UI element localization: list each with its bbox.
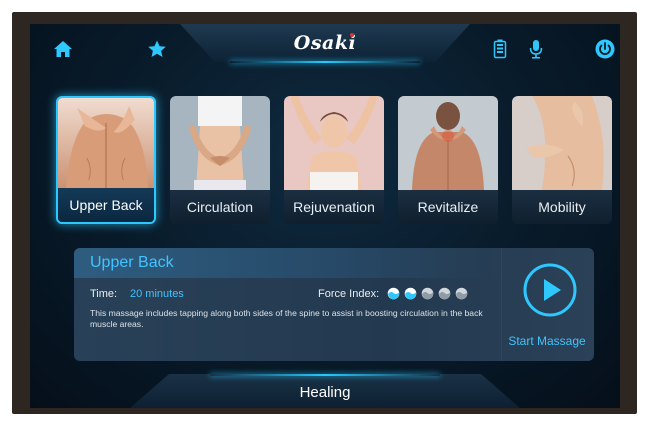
- power-icon: [595, 39, 615, 59]
- power-button[interactable]: [594, 38, 616, 60]
- force-level-1-icon: [387, 287, 400, 300]
- start-massage-label[interactable]: Start Massage: [500, 334, 594, 348]
- program-card-upper-back[interactable]: Upper Back: [56, 96, 156, 224]
- program-card-label: Upper Back: [58, 188, 154, 222]
- program-carousel: Upper Back Circulation Rejuvenation Revi…: [56, 96, 616, 224]
- force-index-indicator: [387, 287, 468, 300]
- massage-chair-screen: Osaki Upper Back Circulation Rejuvenatio…: [30, 24, 620, 408]
- home-icon: [54, 41, 72, 57]
- program-card-circulation[interactable]: Circulation: [170, 96, 270, 224]
- revitalize-photo: [398, 96, 498, 190]
- rejuvenation-photo: [284, 96, 384, 190]
- program-title: Upper Back: [90, 254, 174, 271]
- program-description: This massage includes tapping along both…: [90, 308, 483, 329]
- time-value: 20 minutes: [130, 288, 184, 300]
- device-frame: Osaki Upper Back Circulation Rejuvenatio…: [0, 0, 645, 421]
- force-level-5-icon: [455, 287, 468, 300]
- voice-button[interactable]: [525, 38, 547, 60]
- battery-icon: [493, 39, 507, 59]
- logo-text: Osaki: [293, 32, 357, 54]
- force-level-2-icon: [404, 287, 417, 300]
- mobility-photo: [512, 96, 612, 190]
- bottom-glow-line: [210, 374, 440, 376]
- top-bar: Osaki: [30, 24, 620, 74]
- start-massage-button[interactable]: [522, 262, 578, 318]
- home-button[interactable]: [52, 38, 74, 60]
- play-icon: [523, 263, 577, 317]
- force-level-4-icon: [438, 287, 451, 300]
- force-level-3-icon: [421, 287, 434, 300]
- star-icon: [148, 40, 166, 57]
- force-index-label: Force Index:: [318, 288, 380, 300]
- favorite-button[interactable]: [146, 38, 168, 60]
- top-glow-line: [230, 61, 420, 63]
- program-card-mobility[interactable]: Mobility: [512, 96, 612, 224]
- battery-status: [489, 38, 511, 60]
- program-card-label: Revitalize: [398, 190, 498, 224]
- logo-accent-dot: [349, 33, 354, 37]
- healing-category-tab[interactable]: Healing: [30, 384, 620, 401]
- program-card-rejuvenation[interactable]: Rejuvenation: [284, 96, 384, 224]
- program-detail-panel: Upper Back Time: 20 minutes Force Index:…: [74, 248, 594, 361]
- program-card-revitalize[interactable]: Revitalize: [398, 96, 498, 224]
- circulation-photo: [170, 96, 270, 190]
- program-card-label: Mobility: [512, 190, 612, 224]
- microphone-icon: [529, 40, 543, 59]
- upper-back-photo: [58, 98, 154, 192]
- program-card-label: Circulation: [170, 190, 270, 224]
- program-card-label: Rejuvenation: [284, 190, 384, 224]
- time-label: Time:: [90, 288, 118, 300]
